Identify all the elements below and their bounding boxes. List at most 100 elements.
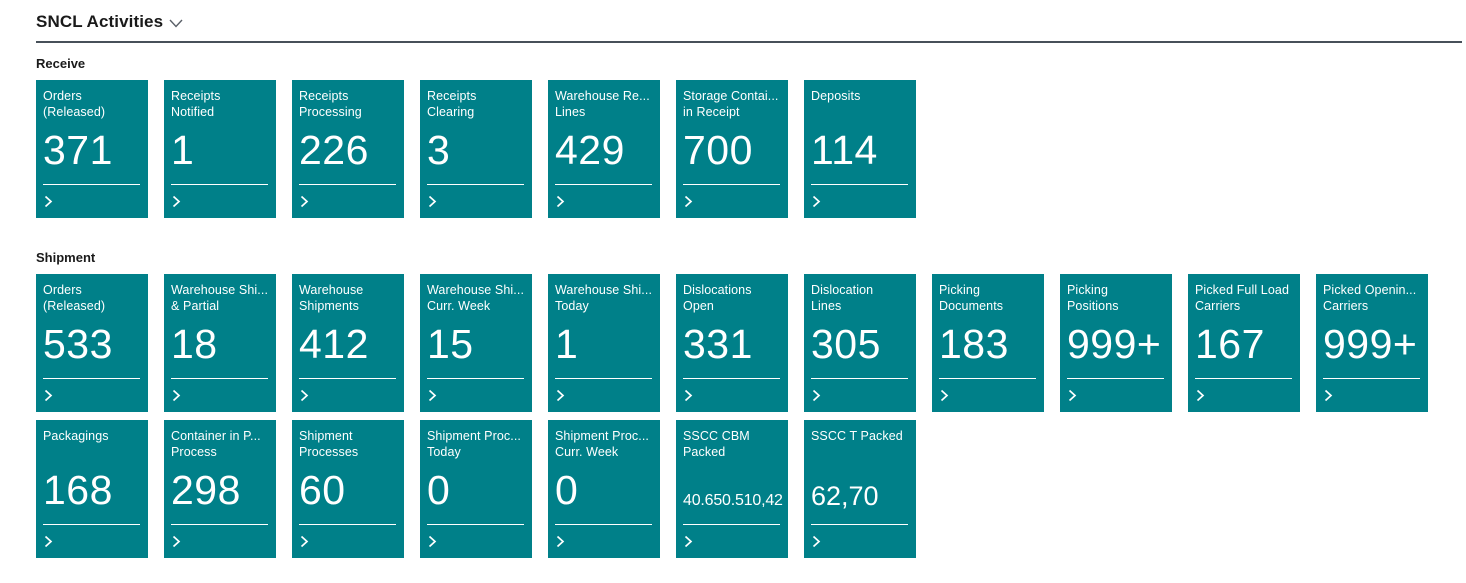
chevron-down-icon (169, 19, 183, 28)
cue-tile[interactable]: Warehouse Shi... & Partial 18 (164, 274, 276, 412)
tile-title: Receipts Notified (171, 88, 272, 120)
chevron-right-icon (44, 389, 53, 402)
tile-footer (43, 525, 144, 558)
cue-tile[interactable]: Dislocations Open 331 (676, 274, 788, 412)
tile-title: Receipts Processing (299, 88, 400, 120)
tile-value-area: 999+ (1323, 314, 1424, 378)
tile-footer (427, 185, 528, 218)
tile-value: 331 (683, 324, 753, 364)
chevron-right-icon (556, 389, 565, 402)
tile-value: 298 (171, 470, 241, 510)
tile-value-area: 60 (299, 460, 400, 524)
cue-tile[interactable]: Picked Openin... Carriers 999+ (1316, 274, 1428, 412)
section-rows: Orders (Released) 371 Receipts Notified … (36, 80, 1462, 218)
tile-footer (811, 525, 912, 558)
cue-tile[interactable]: Warehouse Shipments 412 (292, 274, 404, 412)
chevron-right-icon (1196, 389, 1205, 402)
tile-value: 999+ (1323, 324, 1417, 364)
activities-page: SNCL Activities Receive Orders (Released… (0, 0, 1466, 583)
chevron-right-icon (940, 389, 949, 402)
page-title: SNCL Activities (36, 12, 163, 32)
tile-footer (1323, 379, 1424, 412)
tile-value-area: 1 (171, 120, 272, 184)
page-header-dropdown[interactable]: SNCL Activities (36, 12, 1462, 32)
section-label: Receive (36, 56, 1462, 71)
tile-value: 183 (939, 324, 1009, 364)
cue-tile[interactable]: SSCC T Packed 62,70 (804, 420, 916, 558)
cue-tile[interactable]: Orders (Released) 371 (36, 80, 148, 218)
chevron-right-icon (428, 389, 437, 402)
cue-tile[interactable]: Warehouse Re... Lines 429 (548, 80, 660, 218)
cue-tile[interactable]: Picked Full Load Carriers 167 (1188, 274, 1300, 412)
tile-title: Deposits (811, 88, 912, 120)
tile-value-area: 429 (555, 120, 656, 184)
tile-value: 999+ (1067, 324, 1161, 364)
tile-value-area: 371 (43, 120, 144, 184)
tile-value-area: 331 (683, 314, 784, 378)
tile-value: 168 (43, 470, 113, 510)
tile-value-area: 226 (299, 120, 400, 184)
cue-tile[interactable]: Warehouse Shi... Today 1 (548, 274, 660, 412)
cue-tile[interactable]: Shipment Proc... Today 0 (420, 420, 532, 558)
tile-value-area: 305 (811, 314, 912, 378)
cue-tile[interactable]: Receipts Processing 226 (292, 80, 404, 218)
tile-value: 1 (555, 324, 578, 364)
chevron-right-icon (44, 535, 53, 548)
tile-value: 62,70 (811, 483, 879, 510)
cue-tile[interactable]: Receipts Notified 1 (164, 80, 276, 218)
tile-title: Warehouse Shipments (299, 282, 400, 314)
chevron-right-icon (684, 195, 693, 208)
tile-value: 226 (299, 130, 369, 170)
cue-tile[interactable]: Deposits 114 (804, 80, 916, 218)
tile-value: 371 (43, 130, 113, 170)
cue-tile[interactable]: Storage Contai... in Receipt 700 (676, 80, 788, 218)
tile-footer (683, 379, 784, 412)
chevron-right-icon (44, 195, 53, 208)
tile-footer (811, 379, 912, 412)
tile-footer (427, 379, 528, 412)
cue-tile[interactable]: Picking Positions 999+ (1060, 274, 1172, 412)
tile-value: 3 (427, 130, 450, 170)
tile-footer (1067, 379, 1168, 412)
tile-value: 167 (1195, 324, 1265, 364)
cue-tile[interactable]: SSCC CBM Packed 40.650.510,42 (676, 420, 788, 558)
tile-footer (939, 379, 1040, 412)
tile-value: 533 (43, 324, 113, 364)
cue-tile[interactable]: Picking Documents 183 (932, 274, 1044, 412)
tile-title: Warehouse Shi... Today (555, 282, 656, 314)
tile-value-area: 999+ (1067, 314, 1168, 378)
tile-value: 15 (427, 324, 474, 364)
tile-title: Shipment Proc... Curr. Week (555, 428, 656, 460)
tile-title: Receipts Clearing (427, 88, 528, 120)
chevron-right-icon (300, 389, 309, 402)
cue-tile[interactable]: Dislocation Lines 305 (804, 274, 916, 412)
tile-title: SSCC CBM Packed (683, 428, 784, 460)
header-divider (36, 41, 1462, 43)
tile-footer (427, 525, 528, 558)
tile-footer (171, 379, 272, 412)
tile-footer (171, 185, 272, 218)
tile-row: Orders (Released) 371 Receipts Notified … (36, 80, 1462, 218)
cue-tile[interactable]: Shipment Proc... Curr. Week 0 (548, 420, 660, 558)
tile-value-area: 40.650.510,42 (683, 460, 784, 524)
tile-footer (299, 379, 400, 412)
tile-value: 412 (299, 324, 369, 364)
tile-title: Shipment Proc... Today (427, 428, 528, 460)
cue-tile[interactable]: Container in P... Process 298 (164, 420, 276, 558)
tile-value-area: 412 (299, 314, 400, 378)
cue-tile[interactable]: Shipment Processes 60 (292, 420, 404, 558)
cue-tile[interactable]: Warehouse Shi... Curr. Week 15 (420, 274, 532, 412)
chevron-right-icon (684, 389, 693, 402)
tile-value-area: 167 (1195, 314, 1296, 378)
tile-title: Dislocations Open (683, 282, 784, 314)
cue-tile[interactable]: Packagings 168 (36, 420, 148, 558)
tile-title: SSCC T Packed (811, 428, 912, 460)
tile-footer (555, 379, 656, 412)
tile-value-area: 168 (43, 460, 144, 524)
chevron-right-icon (556, 195, 565, 208)
tile-footer (299, 525, 400, 558)
tile-row: Orders (Released) 533 Warehouse Shi... &… (36, 274, 1462, 412)
tile-title: Dislocation Lines (811, 282, 912, 314)
cue-tile[interactable]: Orders (Released) 533 (36, 274, 148, 412)
cue-tile[interactable]: Receipts Clearing 3 (420, 80, 532, 218)
